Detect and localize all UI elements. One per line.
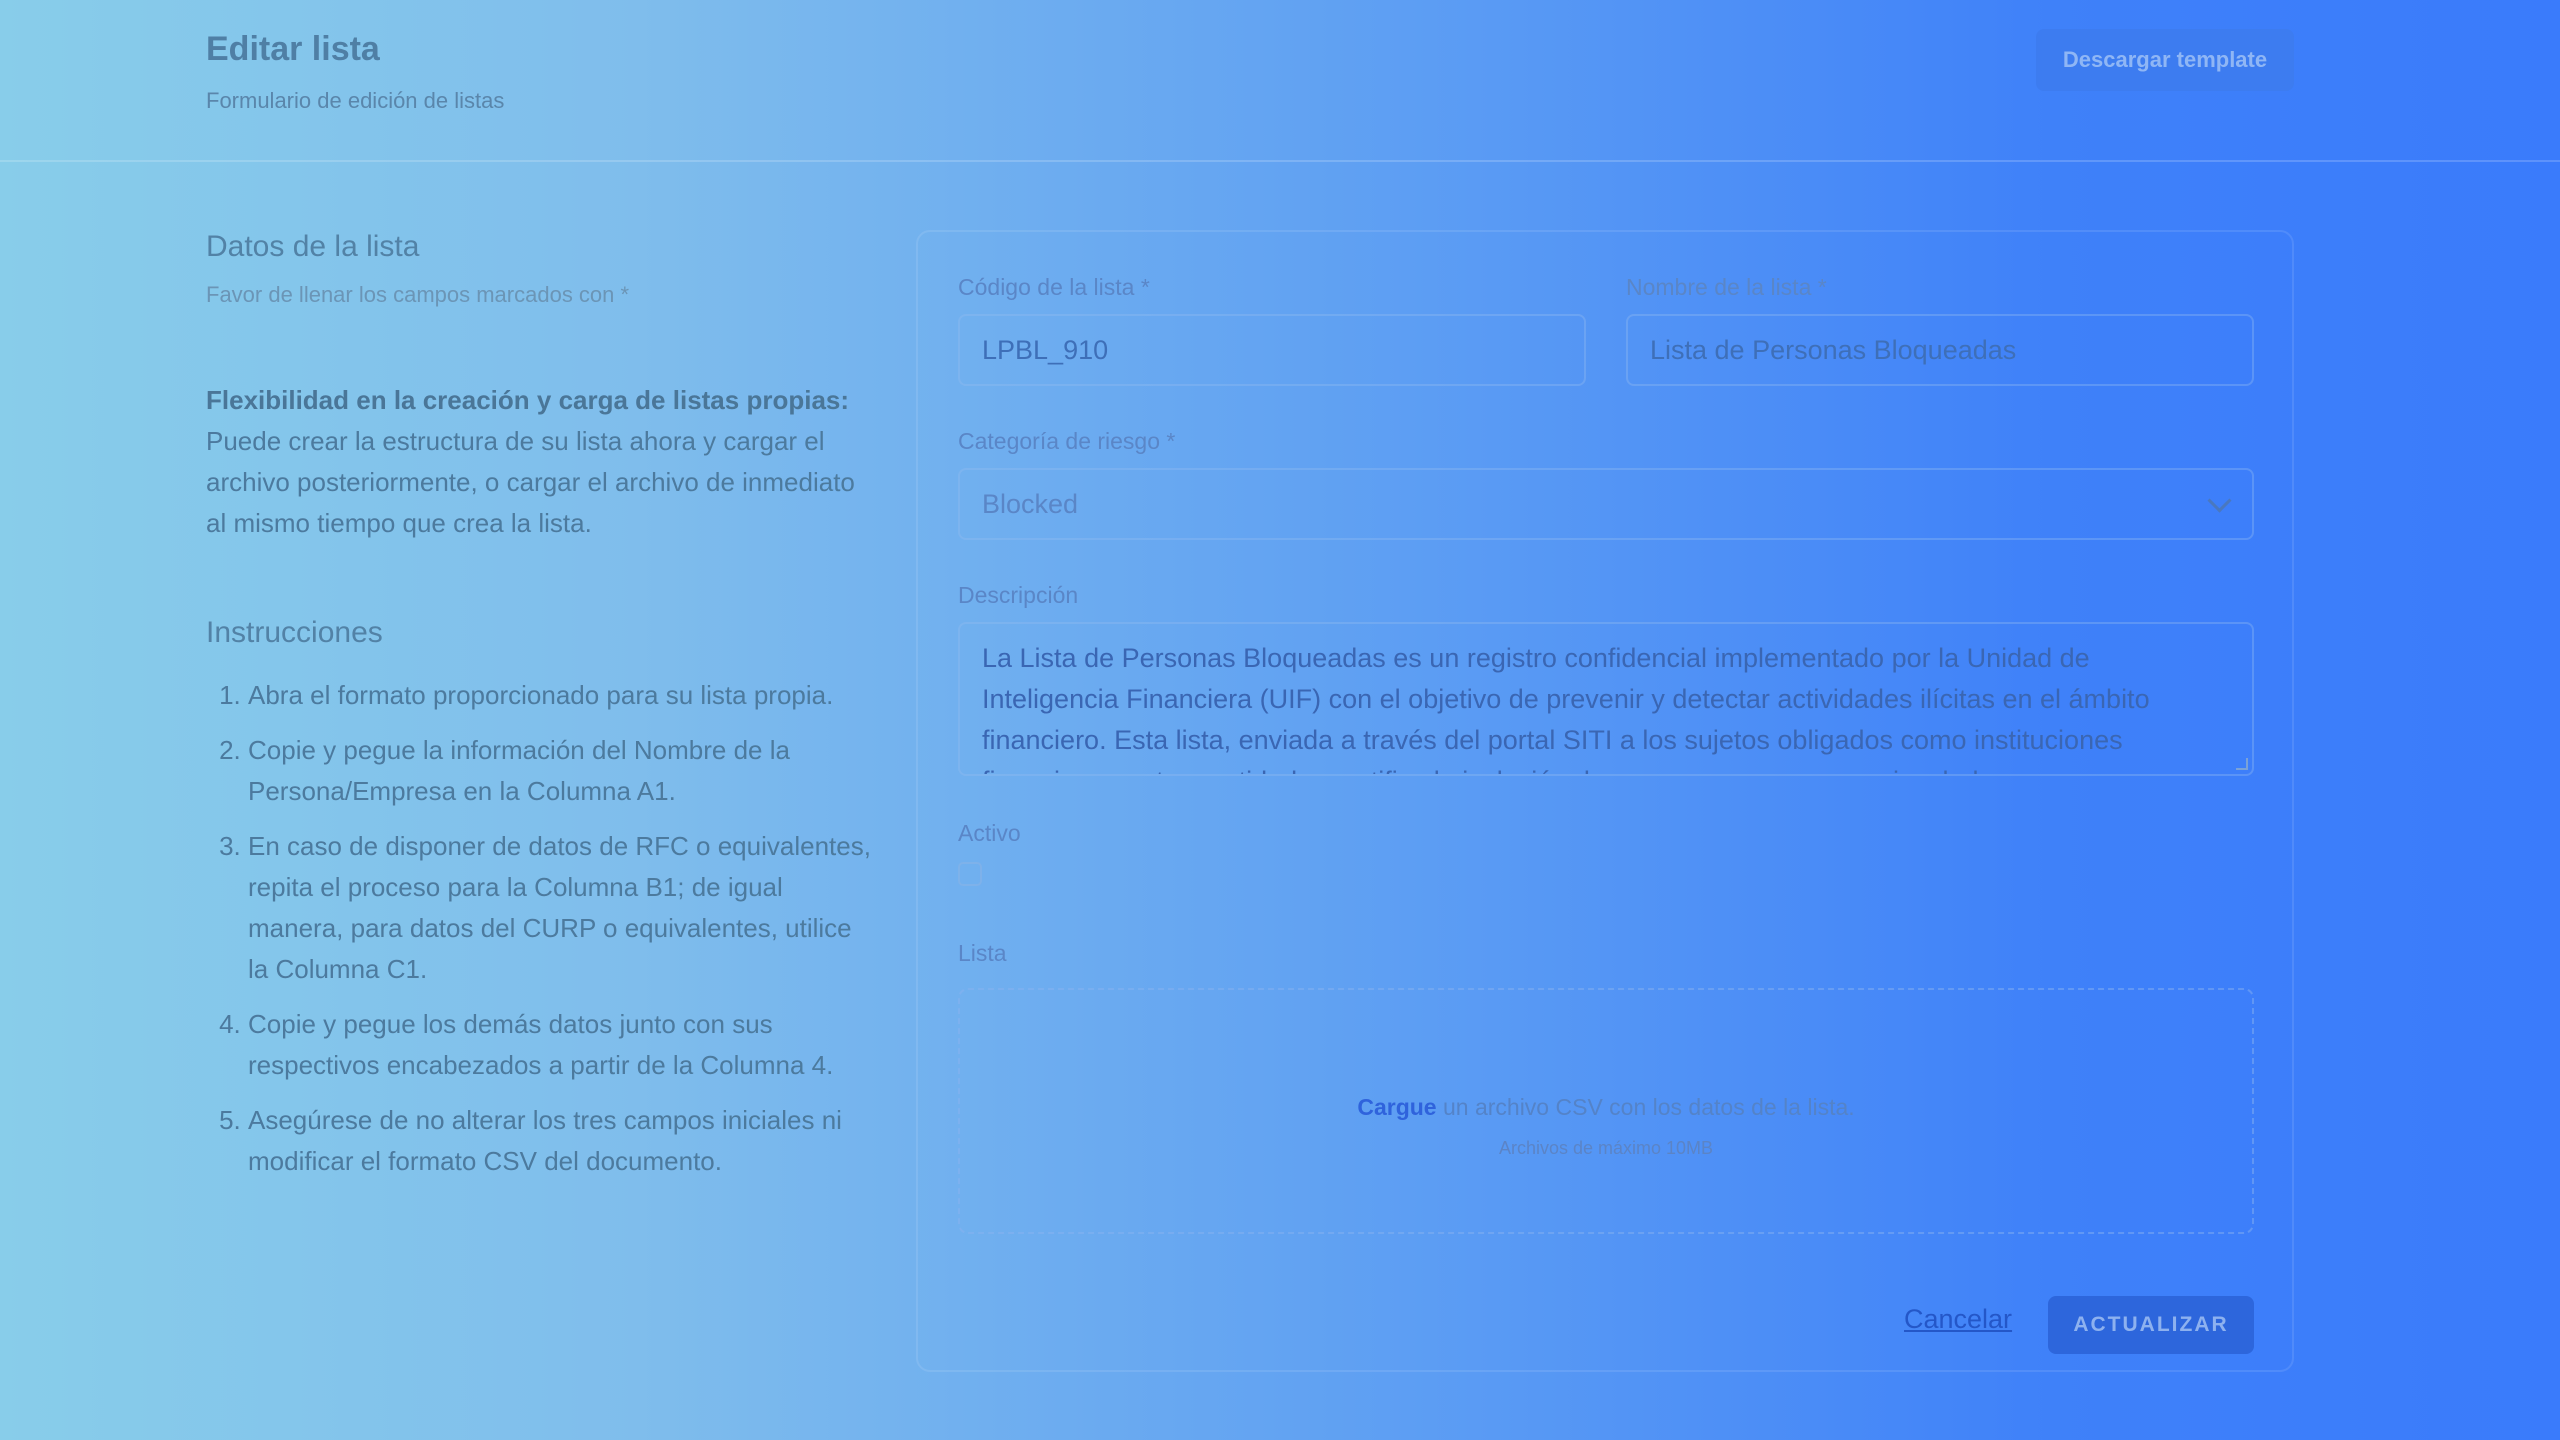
page-subtitle: Formulario de edición de listas — [206, 88, 505, 113]
code-label: Código de la lista * — [958, 274, 1150, 300]
upload-limit-text: Archivos de máximo 10MB — [1498, 1138, 1714, 1158]
risk-category-select[interactable]: Blocked — [958, 468, 2254, 540]
resize-handle-icon[interactable] — [2236, 758, 2248, 770]
instruction-item: Copie y pegue los demás datos junto con … — [248, 1004, 876, 1086]
instruction-item: Copie y pegue la información del Nombre … — [248, 730, 876, 812]
required-fields-note: Favor de llenar los campos marcados con … — [206, 282, 630, 307]
description-textarea[interactable]: La Lista de Personas Bloqueadas es un re… — [958, 622, 2254, 776]
risk-category-value: Blocked — [982, 488, 1079, 519]
description-value: La Lista de Personas Bloqueadas es un re… — [982, 643, 2150, 774]
flexibility-info: Flexibilidad en la creación y carga de l… — [206, 380, 876, 544]
list-form-card: Código de la lista * LPBL_910 Nombre de … — [916, 230, 2294, 1372]
chevron-down-icon — [2207, 488, 2232, 513]
name-input-value: Lista de Personas Bloqueadas — [1650, 334, 2017, 365]
instruction-item: En caso de disponer de datos de RFC o eq… — [248, 826, 876, 990]
download-template-button[interactable]: Descargar template — [2036, 29, 2294, 91]
page-header: Editar lista Formulario de edición de li… — [0, 0, 2560, 162]
flexibility-info-text: Puede crear la estructura de su lista ah… — [206, 426, 855, 538]
active-checkbox[interactable] — [958, 862, 982, 886]
dropzone-text: Cargue un archivo CSV con los datos de l… — [960, 1094, 2252, 1121]
active-label: Activo — [958, 820, 1021, 846]
upload-link[interactable]: Cargue — [1357, 1094, 1436, 1120]
instructions-title: Instrucciones — [206, 616, 383, 649]
instruction-item: Asegúrese de no alterar los tres campos … — [248, 1100, 876, 1182]
flexibility-info-heading: Flexibilidad en la creación y carga de l… — [206, 385, 850, 415]
upload-text: un archivo CSV con los datos de la lista… — [1436, 1094, 1855, 1120]
description-label: Descripción — [958, 582, 1079, 608]
name-input[interactable]: Lista de Personas Bloqueadas — [1626, 314, 2254, 386]
csv-dropzone[interactable]: Cargue un archivo CSV con los datos de l… — [958, 988, 2254, 1234]
instructions-list: Abra el formato proporcionado para su li… — [206, 675, 876, 1182]
code-input-value: LPBL_910 — [982, 334, 1109, 365]
code-input[interactable]: LPBL_910 — [958, 314, 1586, 386]
instruction-item: Abra el formato proporcionado para su li… — [248, 675, 876, 716]
page-title: Editar lista — [206, 30, 380, 68]
section-title: Datos de la lista — [206, 230, 420, 263]
risk-category-label: Categoría de riesgo * — [958, 428, 1176, 454]
cancel-link[interactable]: Cancelar — [1904, 1304, 2012, 1335]
info-column: Datos de la lista Favor de llenar los ca… — [206, 230, 876, 1196]
list-label: Lista — [958, 940, 1007, 966]
update-button[interactable]: ACTUALIZAR — [2048, 1296, 2254, 1354]
name-label: Nombre de la lista * — [1626, 274, 1827, 300]
